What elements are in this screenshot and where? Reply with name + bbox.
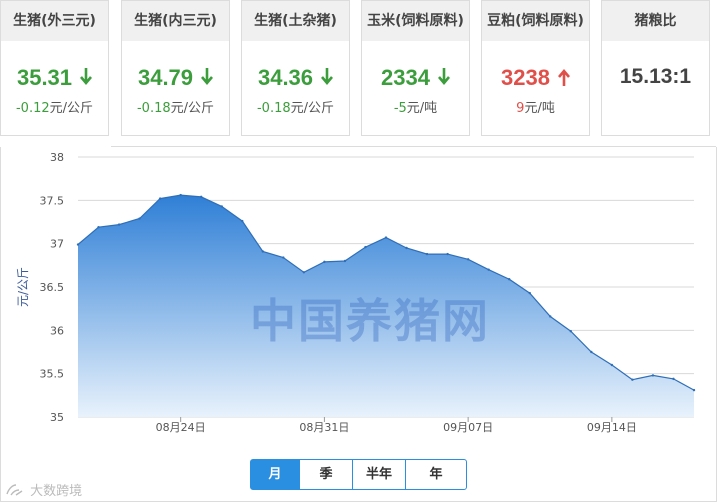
card-pig-local[interactable]: 生猪(土杂猪) 34.36 -0.18元/公斤: [241, 0, 350, 136]
card-soymeal[interactable]: 豆粕(饲料原料) 3238 9元/吨: [481, 0, 590, 136]
y-tick-label: 35: [50, 411, 64, 424]
data-point: [384, 236, 388, 239]
data-point: [466, 258, 470, 261]
watermark: 中国养猪网: [250, 294, 490, 348]
card-pig-outer[interactable]: 生猪(外三元) 35.31 -0.12元/公斤: [0, 0, 109, 136]
y-tick-labels: 35 35.5 36 36.5 37 37.5 38: [40, 151, 65, 424]
arrow-down-icon: [437, 68, 450, 86]
price-cards: 生猪(外三元) 35.31 -0.12元/公斤 生猪(内三元) 34.79 -0…: [0, 0, 717, 140]
y-tick-label: 36: [50, 324, 64, 337]
card-corn[interactable]: 玉米(饲料原料) 2334 -5元/吨: [361, 0, 470, 136]
card-price: 34.36: [242, 65, 349, 91]
card-unit: 元/公斤: [49, 101, 94, 116]
data-point: [569, 330, 572, 333]
card-title: 豆粕(饲料原料): [482, 1, 589, 41]
card-title: 生猪(土杂猪): [242, 1, 349, 41]
data-point: [241, 219, 244, 223]
data-point: [158, 197, 162, 200]
card-change: -0.18元/公斤: [242, 97, 349, 116]
card-unit: 元/吨: [406, 101, 438, 116]
card-price-value: 35.31: [16, 65, 73, 90]
data-point: [323, 260, 326, 264]
card-title: 玉米(饲料原料): [362, 1, 469, 41]
card-price: 2334: [362, 65, 469, 91]
card-change: 9元/吨: [482, 97, 589, 116]
data-point: [508, 278, 511, 281]
card-price-value: 34.36: [257, 65, 314, 90]
data-point: [179, 193, 182, 197]
tab-month[interactable]: 月: [250, 459, 300, 490]
data-point: [343, 259, 347, 263]
arrow-down-icon: [201, 68, 214, 86]
card-price-value: 34.79: [137, 65, 194, 90]
card-price: 34.79: [122, 65, 229, 91]
data-point: [220, 205, 223, 208]
x-tick-label: 09月07日: [443, 421, 493, 434]
brand-logo-icon: [6, 484, 23, 496]
card-unit: 元/公斤: [170, 101, 215, 116]
data-point: [549, 315, 552, 318]
x-tick-labels: 08月24日 08月31日 09月07日 09月14日: [156, 417, 637, 434]
card-price: 3238: [482, 65, 589, 91]
card-change-value: -0.18: [256, 101, 291, 116]
card-title: 生猪(内三元): [122, 1, 229, 41]
card-pig-inner[interactable]: 生猪(内三元) 34.79 -0.18元/公斤: [121, 0, 230, 136]
tab-half-year[interactable]: 半年: [352, 459, 406, 490]
data-point: [425, 252, 429, 256]
card-unit: 元/吨: [524, 101, 555, 116]
data-point: [672, 377, 675, 381]
y-tick-label: 38: [50, 151, 64, 164]
data-point: [651, 374, 655, 377]
card-change-value: -0.12: [15, 101, 50, 116]
data-point: [138, 217, 141, 220]
card-change: -0.12元/公斤: [1, 97, 108, 116]
arrow-down-icon: [80, 68, 93, 86]
card-title: 生猪(外三元): [1, 1, 108, 41]
x-tick-label: 09月14日: [587, 421, 637, 434]
data-point: [631, 378, 634, 381]
data-point: [692, 388, 696, 392]
y-tick-label: 36.5: [40, 281, 65, 294]
data-point: [117, 223, 121, 226]
y-tick-label: 37.5: [40, 194, 65, 207]
data-point: [590, 350, 593, 354]
y-axis-label: 元/公斤: [16, 267, 30, 307]
arrow-down-icon: [321, 68, 334, 86]
data-point: [364, 245, 367, 249]
range-tabs: 月 季 半年 年: [250, 459, 467, 490]
data-point: [97, 226, 100, 229]
x-tick-label: 08月31日: [299, 421, 349, 434]
data-point: [200, 195, 203, 199]
data-point: [261, 250, 264, 253]
y-tick-label: 37: [50, 238, 64, 251]
tab-year[interactable]: 年: [405, 459, 467, 490]
data-point: [282, 256, 285, 259]
card-price-value: 3238: [501, 65, 550, 90]
x-tick-label: 08月24日: [156, 421, 206, 434]
ratio-value: 15.13:1: [619, 65, 692, 88]
data-point: [528, 291, 531, 295]
data-point: [302, 271, 306, 274]
brand-watermark: 大数跨境: [4, 480, 82, 499]
data-point: [446, 252, 449, 256]
card-title: 猪粮比: [602, 1, 709, 41]
card-unit: 元/公斤: [290, 101, 335, 116]
card-price: 35.31: [1, 65, 108, 91]
tab-quarter[interactable]: 季: [299, 459, 353, 490]
arrow-up-icon: [557, 68, 570, 86]
card-price-value: 2334: [381, 65, 430, 90]
card-change-value: -0.18: [136, 101, 171, 116]
card-change: -0.18元/公斤: [122, 97, 229, 116]
card-pig-grain-ratio[interactable]: 猪粮比 15.13:1: [601, 0, 710, 136]
data-point: [487, 268, 490, 271]
data-point: [610, 363, 614, 367]
card-change-value: -5: [393, 101, 407, 116]
brand-name: 大数跨境: [30, 484, 83, 499]
card-change: -5元/吨: [362, 97, 469, 116]
y-tick-label: 35.5: [40, 368, 65, 381]
data-point: [405, 246, 408, 250]
data-point: [76, 243, 80, 246]
